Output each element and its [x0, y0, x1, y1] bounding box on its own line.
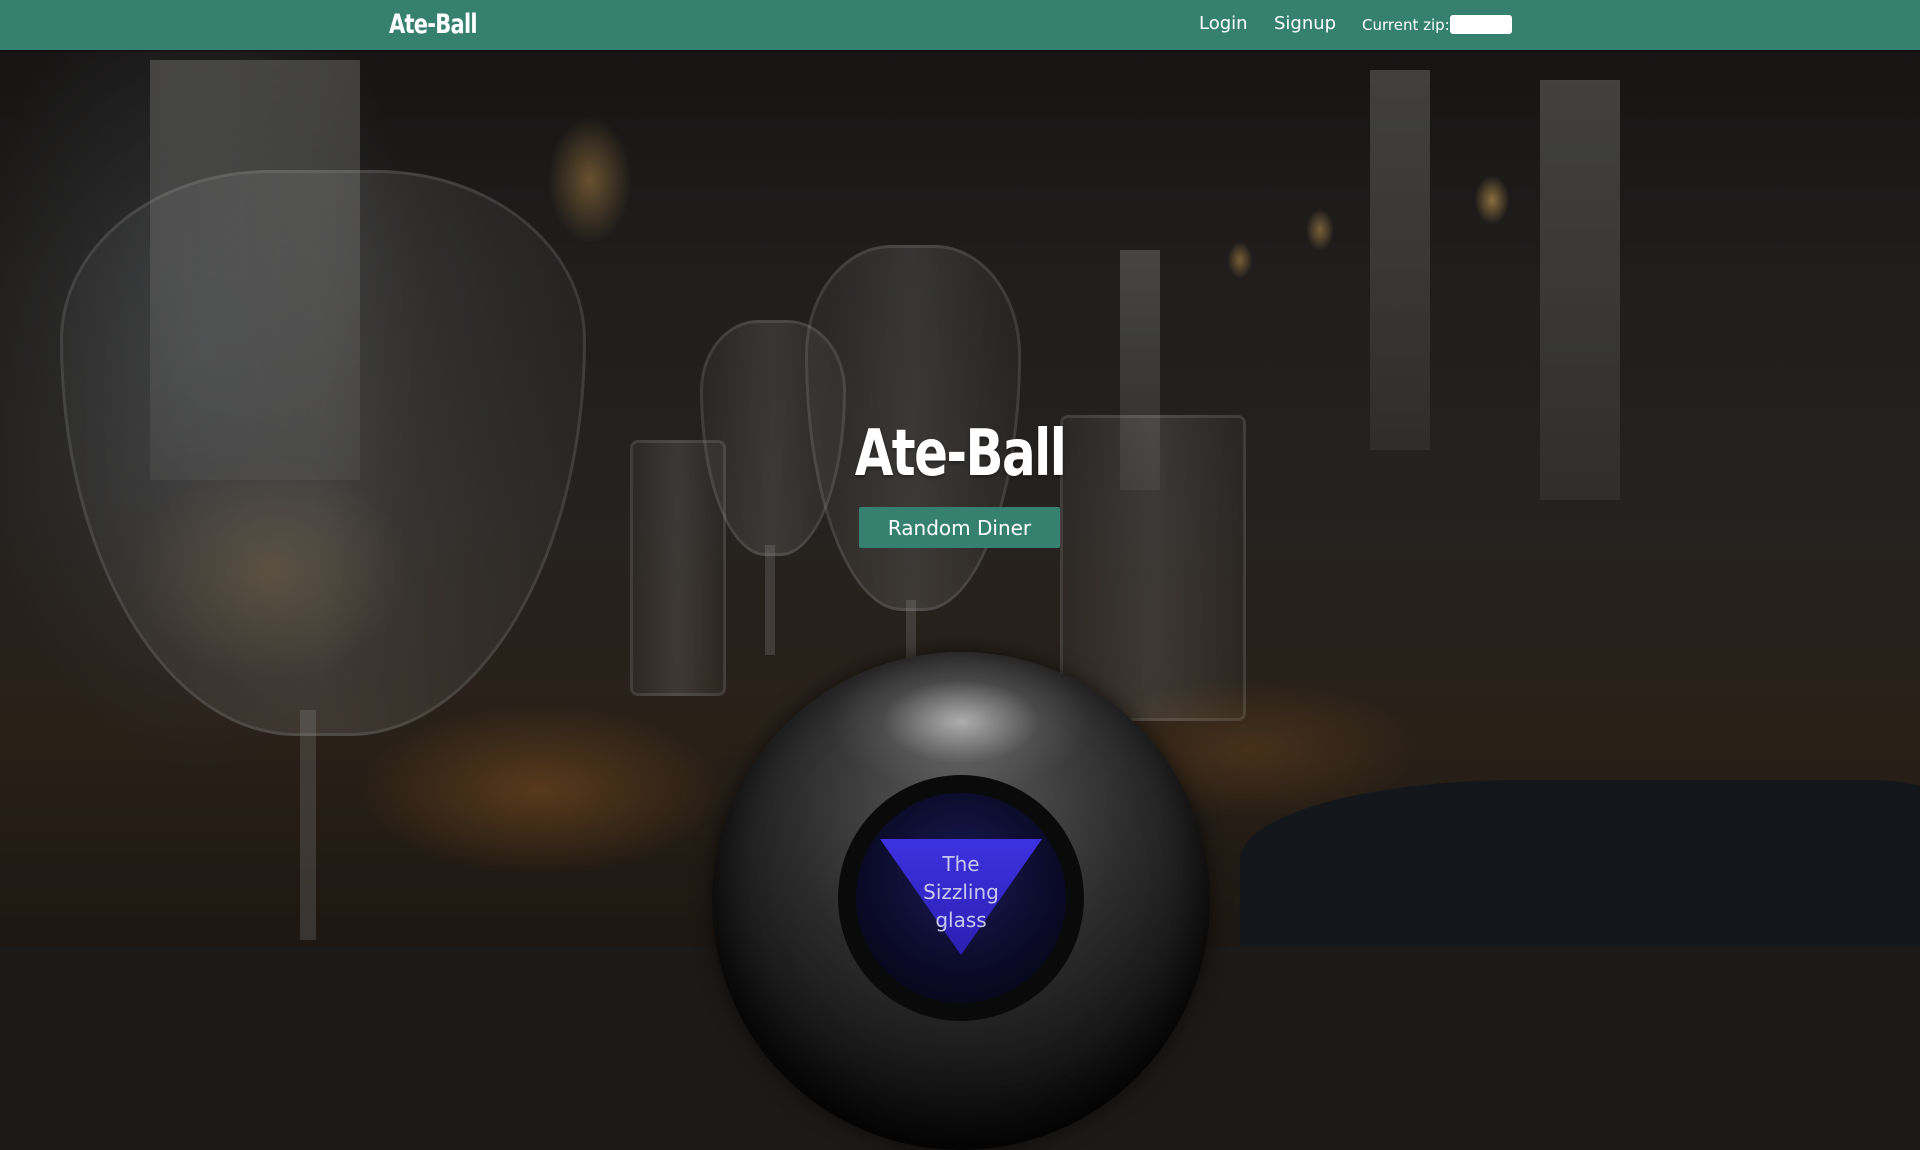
eight-ball-answer: The Sizzling glass [870, 850, 1052, 934]
page-title: Ate-Ball [0, 417, 1920, 491]
brand-logo-link[interactable]: Ate-Ball [389, 7, 478, 43]
random-diner-button[interactable]: Random Diner [859, 507, 1060, 548]
zip-input[interactable] [1450, 15, 1512, 34]
zip-label: Current zip: [1362, 16, 1450, 34]
navbar: Ate-Ball Login Signup Current zip: [0, 0, 1920, 50]
signup-link[interactable]: Signup [1274, 13, 1336, 34]
answer-line: The [942, 852, 980, 876]
login-link[interactable]: Login [1199, 13, 1248, 34]
answer-line: Sizzling [923, 880, 999, 904]
page-title-text: Ate-Ball [854, 417, 1067, 491]
answer-line: glass [935, 908, 987, 932]
